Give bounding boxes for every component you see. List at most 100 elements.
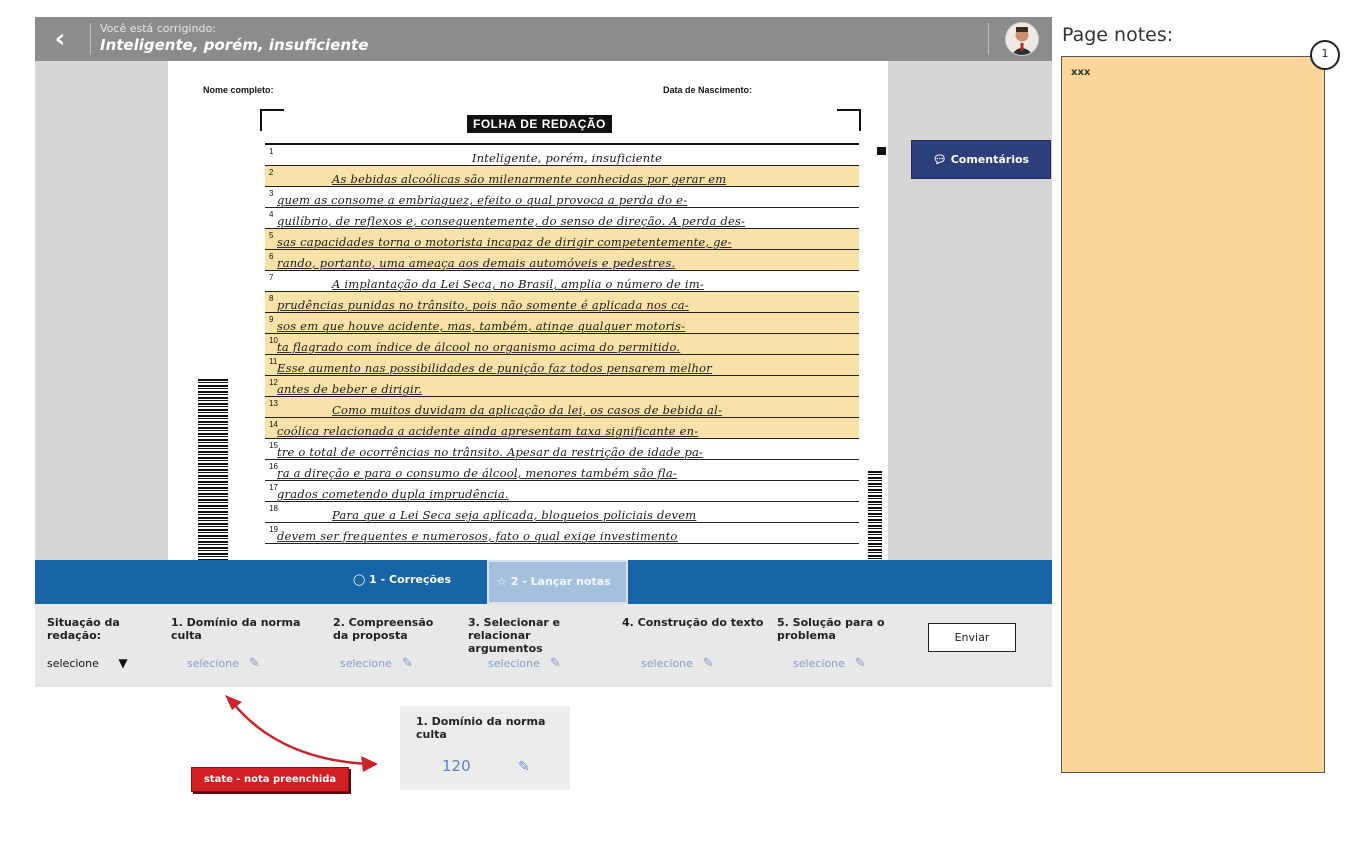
- essay-line[interactable]: 19 devem ser frequentes e numerosos, fato…: [265, 523, 859, 544]
- line-text: quilíbrio, de reflexos e, consequentemen…: [277, 214, 746, 228]
- competency-2-select[interactable]: selecione ✎: [340, 656, 413, 671]
- sheet-corner-mark: [260, 109, 284, 131]
- competency-5-title: 5. Solução para o problema: [777, 616, 885, 642]
- tab-label: 1 - Correções: [369, 573, 452, 586]
- essay-lines: 1 Inteligente, porém, insuficiente 2 As beb…: [265, 143, 859, 544]
- state-card-value[interactable]: 120: [442, 757, 471, 775]
- status-value: selecione: [47, 657, 99, 670]
- comment-marker: [877, 147, 886, 155]
- line-text: prudências punidas no trânsito, pois não…: [277, 298, 689, 312]
- speech-bubble-icon: 💬︎: [932, 153, 947, 166]
- status-select[interactable]: selecione ▼: [47, 656, 128, 670]
- line-text: Esse aumento nas possibilidades de puniç…: [277, 361, 712, 375]
- line-text: ra a direção e para o consumo de álcool,…: [277, 466, 678, 480]
- line-text: sas capacidades torna o motorista incapa…: [277, 235, 732, 249]
- comments-button[interactable]: 💬︎ Comentários: [911, 140, 1051, 179]
- line-text: A implantação da Lei Seca, no Brasil, am…: [332, 277, 704, 291]
- essay-line[interactable]: 17 grados cometendo dupla imprudência.: [265, 481, 859, 502]
- grade-state-card: 1. Domínio da norma culta 120 ✎: [400, 706, 570, 790]
- tab-grades[interactable]: ☆ 2 - Lançar notas: [487, 560, 628, 604]
- pencil-icon: ✎: [401, 656, 413, 671]
- line-text: Para que a Lei Seca seja aplicada, bloqu…: [332, 508, 697, 522]
- line-number: 2: [269, 168, 274, 177]
- competency-5-select[interactable]: selecione ✎: [793, 656, 866, 671]
- essay-title: Inteligente, porém, insuficiente: [100, 36, 369, 54]
- divider: [90, 23, 91, 55]
- essay-line[interactable]: 4 quilíbrio, de reflexos e, consequenteme…: [265, 208, 859, 229]
- essay-line[interactable]: 16 ra a direção e para o consumo de álcoo…: [265, 460, 859, 481]
- divider: [988, 23, 989, 55]
- notes-panel: xxx: [1061, 56, 1325, 773]
- essay-line[interactable]: 3 quem as consome a embriaguez, efeito o …: [265, 187, 859, 208]
- competency-3-select[interactable]: selecione ✎: [488, 656, 561, 671]
- name-field-label: Nome completo:: [203, 85, 274, 95]
- competency-3-title: 3. Selecionar e relacionar argumentos: [468, 616, 561, 655]
- barcode-left: [198, 379, 228, 561]
- tab-corrections[interactable]: ◯ 1 - Correções: [353, 560, 451, 604]
- topbar-subtitle: Você está corrigindo:: [100, 22, 216, 35]
- comments-label: Comentários: [950, 153, 1030, 166]
- speech-bubble-icon: ◯: [353, 573, 366, 586]
- barcode-right: [868, 471, 882, 561]
- line-text: As bebidas alcoólicas são milenarmente c…: [332, 172, 727, 186]
- pencil-icon[interactable]: ✎: [518, 759, 530, 775]
- line-number: 7: [269, 273, 274, 282]
- line-number: 5: [269, 231, 274, 240]
- line-number: 9: [269, 315, 274, 324]
- pencil-icon: ✎: [702, 656, 714, 671]
- essay-line[interactable]: 13 Como muitos duvidam da aplicação da le…: [265, 397, 859, 418]
- essay-line[interactable]: 1 Inteligente, porém, insuficiente: [265, 145, 859, 166]
- essay-line[interactable]: 15 tre o total de ocorrências no trânsito…: [265, 439, 859, 460]
- line-number: 1: [269, 147, 274, 156]
- pencil-icon: ✎: [854, 656, 866, 671]
- pencil-icon: ✎: [248, 656, 260, 671]
- competency-1-title: 1. Domínio da norma culta: [171, 616, 301, 642]
- note-badge: 1: [1310, 40, 1340, 70]
- essay-line[interactable]: 10 ta flagrado com índice de álcool no or…: [265, 334, 859, 355]
- essay-line[interactable]: 6 rando, portanto, uma ameaça aos demais …: [265, 250, 859, 271]
- line-text: devem ser frequentes e numerosos, fato o…: [277, 529, 678, 543]
- essay-line[interactable]: 11 Esse aumento nas possibilidades de pun…: [265, 355, 859, 376]
- line-text: tre o total de ocorrências no trânsito. …: [277, 445, 704, 459]
- back-arrow-icon[interactable]: ‹: [45, 24, 75, 54]
- essay-line[interactable]: 8 prudências punidas no trânsito, pois nã…: [265, 292, 859, 313]
- line-text: coólica relacionada a acidente ainda apr…: [277, 424, 699, 438]
- sheet-corner-mark: [837, 109, 861, 131]
- line-text: quem as consome a embriaguez, efeito o q…: [277, 193, 688, 207]
- line-number: 4: [269, 210, 274, 219]
- competency-4-title: 4. Construção do texto: [622, 616, 764, 629]
- essay-line[interactable]: 7 A implantação da Lei Seca, no Brasil, a…: [265, 271, 859, 292]
- state-label: state - nota preenchida: [191, 767, 349, 792]
- line-text: Inteligente, porém, insuficiente: [471, 151, 663, 165]
- essay-line[interactable]: 2 As bebidas alcoólicas são milenarmente …: [265, 166, 859, 187]
- competency-3-value: selecione: [488, 657, 540, 670]
- notes-text: xxx: [1071, 67, 1091, 78]
- essay-sheet: Nome completo: Data de Nascimento: FOLHA…: [168, 61, 888, 561]
- chevron-down-icon: ▼: [118, 656, 128, 670]
- competency-5-value: selecione: [793, 657, 845, 670]
- essay-line[interactable]: 5 sas capacidades torna o motorista incap…: [265, 229, 859, 250]
- app-window: ‹ Você está corrigindo: Inteligente, por…: [35, 17, 1052, 687]
- line-text: grados cometendo dupla imprudência.: [277, 487, 509, 501]
- competency-1-value: selecione: [187, 657, 239, 670]
- pencil-icon: ✎: [549, 656, 561, 671]
- competency-1-select[interactable]: selecione ✎: [187, 656, 260, 671]
- line-number: 3: [269, 189, 274, 198]
- user-avatar[interactable]: [1005, 22, 1039, 56]
- line-number: 8: [269, 294, 274, 303]
- competency-2-title: 2. Compreensão da proposta: [333, 616, 434, 642]
- line-number: 6: [269, 252, 274, 261]
- competency-2-value: selecione: [340, 657, 392, 670]
- essay-line[interactable]: 9 sos em que houve acidente, mas, também,…: [265, 313, 859, 334]
- sheet-title: FOLHA DE REDAÇÃO: [467, 115, 612, 133]
- grades-panel: Situação da redação: selecione ▼ 1. Domí…: [35, 604, 1052, 687]
- line-text: ta flagrado com índice de álcool no orga…: [277, 340, 681, 354]
- status-label: Situação da redação:: [47, 616, 120, 642]
- competency-4-select[interactable]: selecione ✎: [641, 656, 714, 671]
- state-card-title: 1. Domínio da norma culta: [416, 715, 546, 741]
- essay-line[interactable]: 18 Para que a Lei Seca seja aplicada, blo…: [265, 502, 859, 523]
- essay-line[interactable]: 12 antes de beber e dirigir.: [265, 376, 859, 397]
- send-button[interactable]: Enviar: [928, 623, 1016, 652]
- essay-line[interactable]: 14 coólica relacionada a acidente ainda a…: [265, 418, 859, 439]
- star-icon: ☆: [497, 575, 507, 588]
